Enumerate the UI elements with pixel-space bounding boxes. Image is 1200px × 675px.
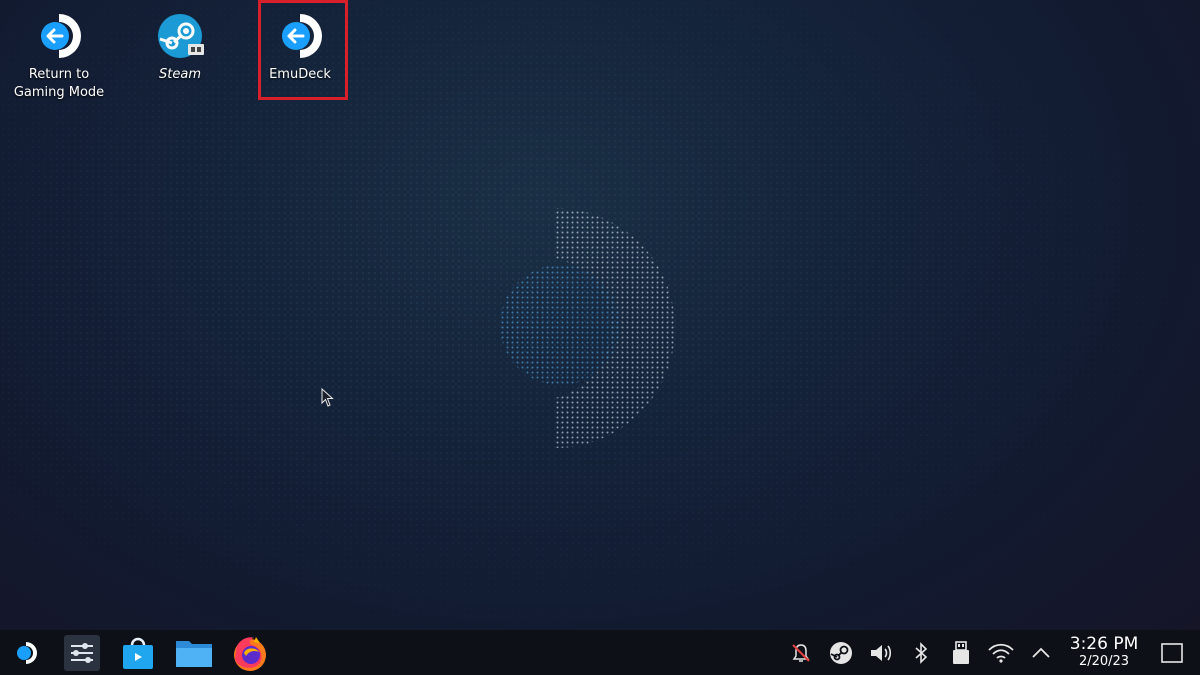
notifications-button[interactable] xyxy=(782,630,820,675)
steam-icon xyxy=(158,14,204,58)
chevron-up-icon xyxy=(1032,647,1050,658)
bluetooth-button[interactable] xyxy=(902,630,940,675)
desktop-icon-label: Steam xyxy=(159,67,201,82)
discover-store-button[interactable] xyxy=(116,630,160,675)
desktop-icon-emudeck[interactable]: EmuDeck xyxy=(250,8,350,84)
usb-device-button[interactable] xyxy=(942,630,980,675)
file-manager-button[interactable] xyxy=(172,630,216,675)
system-settings-button[interactable] xyxy=(60,630,104,675)
taskbar: 3:26 PM 2/20/23 xyxy=(0,630,1200,675)
desktop-icon-label: Return to Gaming Mode xyxy=(13,67,105,100)
desktop-icon-steam[interactable]: Steam xyxy=(130,8,230,84)
wifi-icon xyxy=(988,643,1014,663)
mouse-cursor-icon xyxy=(321,388,334,407)
digital-clock[interactable]: 3:26 PM 2/20/23 xyxy=(1062,635,1146,671)
steamdeck-wallpaper-logo xyxy=(500,208,675,448)
show-desktop-icon xyxy=(1161,642,1183,663)
clock-date: 2/20/23 xyxy=(1078,653,1130,669)
firefox-button[interactable] xyxy=(228,630,272,675)
steamdeck-return-icon xyxy=(41,14,81,58)
volume-icon xyxy=(871,644,892,661)
bluetooth-icon xyxy=(915,641,928,664)
show-desktop-button[interactable] xyxy=(1148,630,1196,675)
wifi-button[interactable] xyxy=(982,630,1020,675)
steamdeck-return-icon xyxy=(282,14,322,58)
desktop-icon-label: EmuDeck xyxy=(269,67,331,82)
firefox-icon xyxy=(234,636,266,671)
application-launcher-button[interactable] xyxy=(4,630,48,675)
desktop-icon-return-to-gaming-mode[interactable]: Return to Gaming Mode xyxy=(9,8,109,102)
notifications-muted-icon xyxy=(792,643,810,662)
usb-device-icon xyxy=(953,640,969,664)
application-launcher-icon xyxy=(17,641,37,664)
steam-tray-icon xyxy=(830,641,852,664)
steam-tray-button[interactable] xyxy=(822,630,860,675)
file-manager-icon xyxy=(176,640,212,667)
volume-button[interactable] xyxy=(862,630,900,675)
clock-time: 3:26 PM xyxy=(1069,633,1139,654)
desktop[interactable]: Return to Gaming Mode Steam EmuDeck xyxy=(0,0,1200,630)
discover-store-icon xyxy=(123,637,153,669)
expand-tray-button[interactable] xyxy=(1022,630,1060,675)
system-settings-icon xyxy=(64,634,100,671)
